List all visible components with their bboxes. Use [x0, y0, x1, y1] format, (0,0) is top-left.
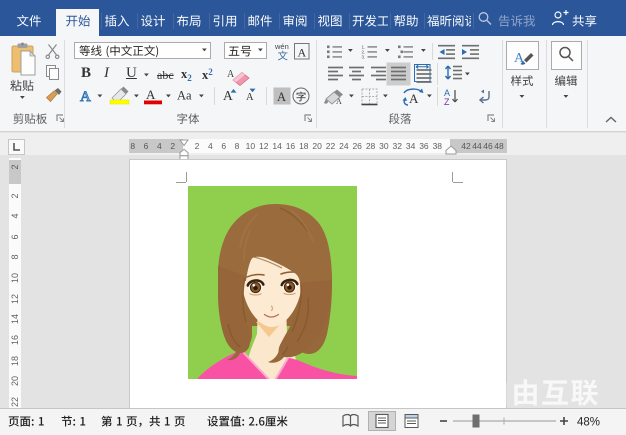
- svg-text:48%: 48%: [577, 417, 600, 429]
